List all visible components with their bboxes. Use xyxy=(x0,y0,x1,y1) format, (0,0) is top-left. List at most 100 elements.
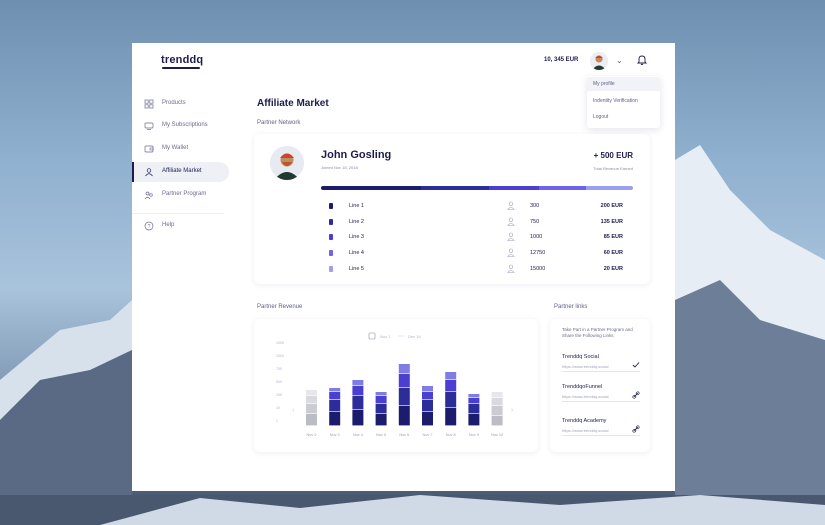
chart-bar-segment xyxy=(422,392,433,400)
chevron-down-icon[interactable]: ⌄ xyxy=(616,56,623,65)
line-color-dot xyxy=(329,218,333,225)
line-count: 15000 xyxy=(530,265,546,272)
partner-links-intro: Take Part in a Partner Program and Share… xyxy=(562,327,633,338)
app-window: trenddq 10, 345 EUR ⌄ My profile Indenti… xyxy=(132,43,675,491)
line-count: 300 xyxy=(530,203,540,209)
progress-segment xyxy=(489,186,540,190)
table-row[interactable]: Line 5 15000 20 EUR xyxy=(321,263,633,275)
sidebar-item-affiliate-market[interactable]: Affiliate Market xyxy=(132,162,229,182)
line-name: Line 2 xyxy=(349,218,364,225)
x-tick-label: Nov 6 xyxy=(399,433,409,437)
chart-bar-segment xyxy=(375,396,387,404)
link-url[interactable]: https://www.trenddq.social xyxy=(562,428,608,433)
table-row[interactable]: Line 3 1000 85 EUR xyxy=(321,231,633,243)
chart-bar-segment xyxy=(352,410,364,426)
sidebar-item-label: Affiliate Market xyxy=(162,168,202,174)
table-row[interactable]: Line 1 300 200 EUR xyxy=(321,200,633,212)
partner-revenue-label: Partner Revenue xyxy=(257,304,303,310)
line-color-dot xyxy=(329,234,333,241)
legend-label: Dec 16 xyxy=(408,334,421,339)
partner-avatar-image xyxy=(270,146,304,180)
chart-bar-segment xyxy=(306,396,317,404)
sidebar-item-products[interactable]: Products xyxy=(132,94,229,114)
sidebar-item-help[interactable]: ? Help xyxy=(132,216,229,236)
partner-avatar[interactable] xyxy=(270,146,304,180)
chart-bar-segment xyxy=(398,374,410,388)
chart-bar-segment xyxy=(398,388,410,406)
link-name: Trenddq Academy xyxy=(562,418,607,424)
line-amount: 135 EUR xyxy=(600,218,623,225)
y-tick-label: 1000 xyxy=(276,341,284,345)
link-icon[interactable] xyxy=(632,425,640,433)
chart-bar-segment xyxy=(445,392,457,408)
chart-bar-segment xyxy=(352,380,364,386)
partner-revenue-card: Nov 1 Dec 16 1000 1000 700 500 100 10 1 ‹ › Nov 2 No… xyxy=(254,319,538,452)
partner-links-label: Partner links xyxy=(554,304,588,310)
total-revenue-label: Total Revenue Earned xyxy=(593,166,633,171)
bell-icon[interactable] xyxy=(636,54,648,66)
progress-segment xyxy=(586,186,633,190)
menu-item-identity-verification[interactable]: Indentity Verification xyxy=(593,98,638,104)
link-url[interactable]: https://www.trenddq.social xyxy=(562,394,608,399)
progress-segment xyxy=(539,186,587,190)
partner-network-label: Partner Network xyxy=(257,120,301,126)
chart-bar-segment xyxy=(398,364,410,374)
balance-amount: 10, 345 EUR xyxy=(544,57,579,63)
app-logo[interactable]: trenddq xyxy=(161,54,203,66)
x-tick-label: Nov 7 xyxy=(423,433,433,437)
x-tick-label: Nov 10 xyxy=(491,433,503,437)
partner-network-card: John Gosling Joined Nov 18, 2018 + 500 E… xyxy=(254,134,650,284)
chart-bar-segment xyxy=(422,386,433,392)
help-icon: ? xyxy=(144,221,154,231)
line-count: 1000 xyxy=(530,234,543,241)
x-tick-label: Nov 8 xyxy=(446,433,456,437)
link-icon[interactable] xyxy=(632,391,640,399)
svg-text:?: ? xyxy=(148,224,151,230)
chart-bar-segment xyxy=(306,414,317,426)
y-tick-label: 1 xyxy=(276,419,278,423)
user-menu: My profile Indentity Verification Logout xyxy=(587,76,660,128)
wallet-icon xyxy=(144,145,154,153)
person-icon xyxy=(507,264,515,273)
partner-links-card: Take Part in a Partner Program and Share… xyxy=(550,319,650,452)
sidebar-item-label: Products xyxy=(162,100,186,106)
chart-bar-segment xyxy=(329,400,341,412)
legend-label: Nov 1 xyxy=(380,334,391,339)
total-revenue: + 500 EUR xyxy=(593,151,633,160)
line-color-dot xyxy=(329,265,333,272)
chart-bar-segment xyxy=(375,404,387,414)
chart-bar-segment xyxy=(468,398,480,404)
logo-underline xyxy=(162,67,200,69)
chart-bar-segment xyxy=(375,392,387,396)
calendar-icon xyxy=(368,332,376,340)
sidebar-item-partner-program[interactable]: Partner Program xyxy=(132,185,229,205)
line-name: Line 1 xyxy=(349,203,364,209)
sidebar-item-label: Partner Program xyxy=(162,191,207,197)
page-title: Affiliate Market xyxy=(257,98,329,109)
sidebar-item-wallet[interactable]: My Wallet xyxy=(132,139,229,159)
line-name: Line 3 xyxy=(349,234,364,241)
chart-bar-segment xyxy=(422,412,433,426)
link-url[interactable]: https://www.trenddq.social xyxy=(562,364,608,369)
affiliate-icon xyxy=(145,168,153,177)
table-row[interactable]: Line 4 12750 60 EUR xyxy=(321,247,633,259)
line-count: 750 xyxy=(530,218,540,225)
sidebar-item-subscriptions[interactable]: My Subscriptions xyxy=(132,116,229,136)
chart-bar-segment xyxy=(329,388,341,392)
line-amount: 200 EUR xyxy=(600,203,623,209)
partner-icon xyxy=(144,191,153,200)
partner-name: John Gosling xyxy=(321,149,392,161)
menu-item-logout[interactable]: Logout xyxy=(593,114,608,120)
line-color-dot xyxy=(329,203,333,209)
person-icon xyxy=(507,217,515,226)
x-tick-label: Nov 2 xyxy=(307,433,317,437)
sidebar-item-label: My Wallet xyxy=(162,145,189,151)
table-row[interactable]: Line 2 750 135 EUR xyxy=(321,216,633,228)
y-tick-label: 1000 xyxy=(276,354,284,358)
chart-bar-segment xyxy=(445,408,457,426)
check-icon[interactable] xyxy=(632,361,640,369)
menu-item-my-profile[interactable]: My profile xyxy=(593,81,615,87)
line-name: Line 4 xyxy=(349,250,364,257)
user-avatar[interactable] xyxy=(590,52,608,70)
person-icon xyxy=(507,248,515,257)
